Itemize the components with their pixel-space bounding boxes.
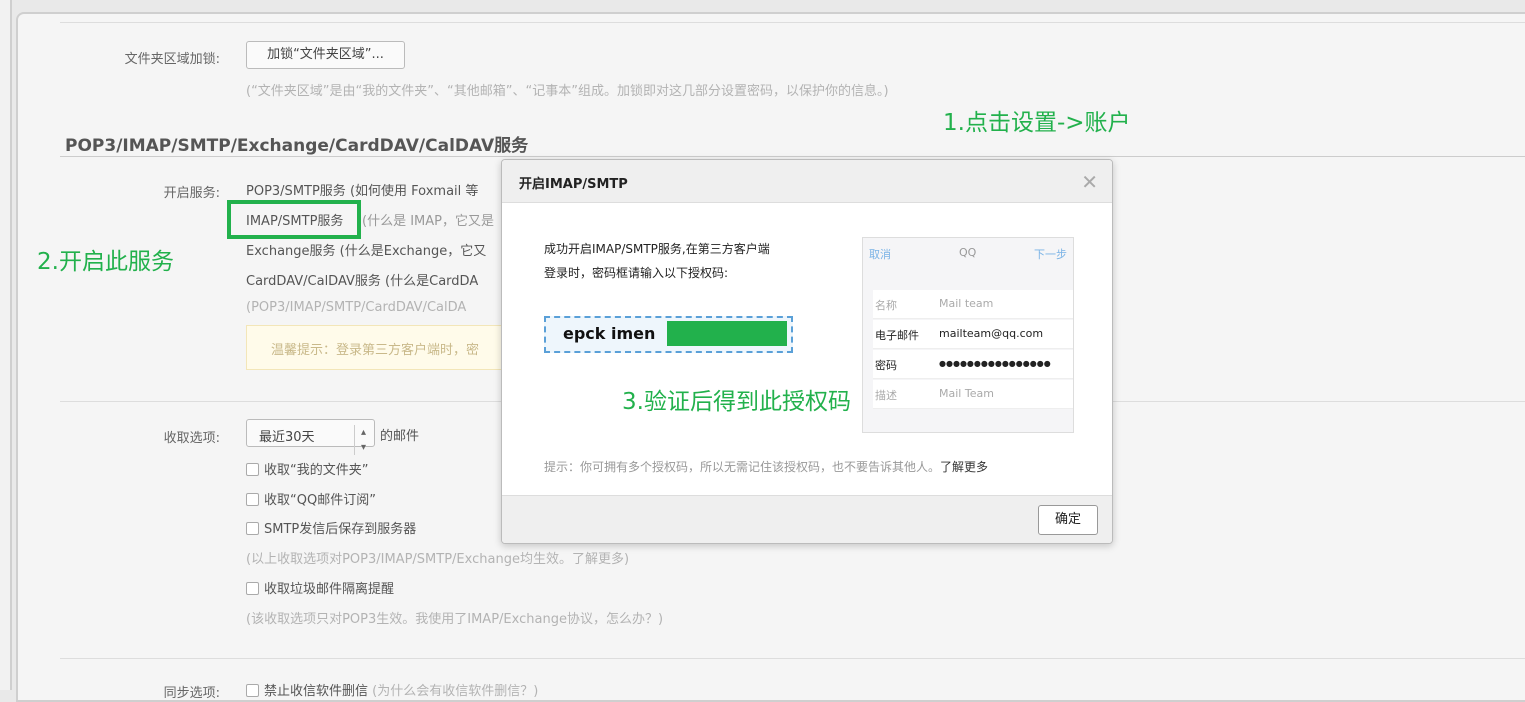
phone-next: 下一步 — [1034, 248, 1067, 261]
divider — [60, 156, 1525, 157]
auth-code-box[interactable]: epck imen — [544, 316, 793, 353]
dialog-footer: 确定 — [502, 495, 1112, 543]
row-key: 电子邮件 — [875, 329, 919, 342]
highlight-box — [227, 200, 361, 239]
option-spam[interactable]: 收取垃圾邮件隔离提醒 — [246, 578, 394, 597]
folder-lock-note: (“文件夹区域”是由“我的文件夹”、“其他邮箱”、“记事本”组成。加锁即对这几部… — [246, 84, 889, 99]
row-value: Mail team — [939, 297, 994, 310]
folder-lock-label: 文件夹区域加锁: — [124, 52, 220, 67]
phone-row: 名称 Mail team — [873, 290, 1073, 319]
ok-button[interactable]: 确定 — [1038, 505, 1098, 535]
service-exchange[interactable]: Exchange服务 (什么是Exchange，它又 — [246, 240, 486, 259]
phone-row: 描述 Mail Team — [873, 380, 1073, 409]
phone-title: QQ — [959, 246, 977, 259]
phone-row: 电子邮件 mailteam@qq.com — [873, 320, 1073, 349]
checkbox[interactable] — [246, 463, 259, 476]
phone-cancel: 取消 — [869, 248, 891, 261]
auth-code: epck imen — [563, 324, 656, 343]
checkbox[interactable] — [246, 522, 259, 535]
row-value: Mail Team — [939, 387, 994, 400]
row-key: 描述 — [875, 389, 897, 402]
annotation-step-3: 3.验证后得到此授权码 — [622, 389, 851, 415]
folder-lock-button[interactable]: 加锁“文件夹区域”... — [246, 41, 405, 69]
service-imap-help[interactable]: (什么是 IMAP，它又是 — [362, 210, 494, 229]
warm-tip: 温馨提示：登录第三方客户端时，密 — [246, 325, 516, 370]
row-value: mailteam@qq.com — [939, 327, 1044, 340]
spam-note: (该收取选项只对POP3生效。我使用了IMAP/Exchange协议，怎么办？) — [246, 612, 664, 627]
option-label: SMTP发信后保存到服务器 — [264, 522, 417, 537]
annotation-step-1: 1.点击设置->账户 — [943, 110, 1131, 136]
divider — [60, 22, 1525, 23]
option-label: 禁止收信软件删信 — [264, 684, 369, 699]
checkbox[interactable] — [246, 493, 259, 506]
learn-more-link[interactable]: 了解更多 — [940, 460, 988, 474]
warm-tip-text: 温馨提示：登录第三方客户端时，密 — [271, 343, 480, 358]
left-panel-edge — [0, 0, 12, 690]
option-my-folders[interactable]: 收取“我的文件夹” — [246, 459, 368, 478]
option-label: 收取“QQ邮件订阅” — [264, 493, 376, 508]
dialog-message-1: 成功开启IMAP/SMTP服务,在第三方客户端 — [544, 242, 770, 256]
service-pop3[interactable]: POP3/SMTP服务 (如何使用 Foxmail 等 — [246, 180, 478, 199]
services-label: 开启服务: — [163, 186, 220, 201]
row-value: ●●●●●●●●●●●●●●●● — [939, 359, 1051, 368]
close-icon[interactable]: ✕ — [1081, 170, 1098, 194]
imap-dialog: 开启IMAP/SMTP ✕ 成功开启IMAP/SMTP服务,在第三方客户端 登录… — [501, 159, 1113, 544]
row-key: 名称 — [875, 299, 897, 312]
option-label: 收取“我的文件夹” — [264, 463, 369, 478]
select-suffix: 的邮件 — [380, 429, 420, 444]
select-value: 最近30天 — [259, 430, 315, 445]
option-qq-subscription[interactable]: 收取“QQ邮件订阅” — [246, 489, 376, 508]
services-note: (POP3/IMAP/SMTP/CardDAV/CalDA — [246, 300, 467, 315]
service-carddav[interactable]: CardDAV/CalDAV服务 (什么是CardDA — [246, 270, 478, 289]
sync-label: 同步选项: — [163, 686, 220, 701]
checkbox[interactable] — [246, 684, 259, 697]
fetch-range-select[interactable]: 最近30天 ▴ ▾ — [246, 419, 375, 455]
option-label: 收取垃圾邮件隔离提醒 — [264, 582, 395, 597]
dialog-title: 开启IMAP/SMTP — [502, 160, 1112, 203]
dialog-message-2: 登录时，密码框请输入以下授权码: — [544, 266, 729, 280]
row-key: 密码 — [875, 359, 897, 372]
redaction-mask — [667, 321, 787, 346]
fetch-note: (以上收取选项对POP3/IMAP/SMTP/Exchange均生效。了解更多) — [246, 552, 630, 567]
select-arrows-icon: ▴ ▾ — [353, 425, 366, 455]
section-title: POP3/IMAP/SMTP/Exchange/CardDAV/CalDAV服务 — [65, 136, 529, 156]
phone-example-image: 取消 QQ 下一步 名称 Mail team 电子邮件 mailteam@qq.co… — [862, 237, 1074, 433]
sync-help-link[interactable]: (为什么会有收信软件删信？) — [372, 684, 538, 699]
phone-row: 密码 ●●●●●●●●●●●●●●●● — [873, 350, 1073, 379]
fetch-label: 收取选项: — [163, 431, 220, 446]
checkbox[interactable] — [246, 582, 259, 595]
option-smtp-save[interactable]: SMTP发信后保存到服务器 — [246, 518, 416, 537]
hint-text: 提示：你可拥有多个授权码，所以无需记住该授权码，也不要告诉其他人。 — [544, 460, 941, 474]
annotation-step-2: 2.开启此服务 — [37, 249, 174, 275]
dialog-hint: 提示：你可拥有多个授权码，所以无需记住该授权码，也不要告诉其他人。了解更多 — [544, 458, 988, 475]
divider — [60, 658, 1525, 659]
